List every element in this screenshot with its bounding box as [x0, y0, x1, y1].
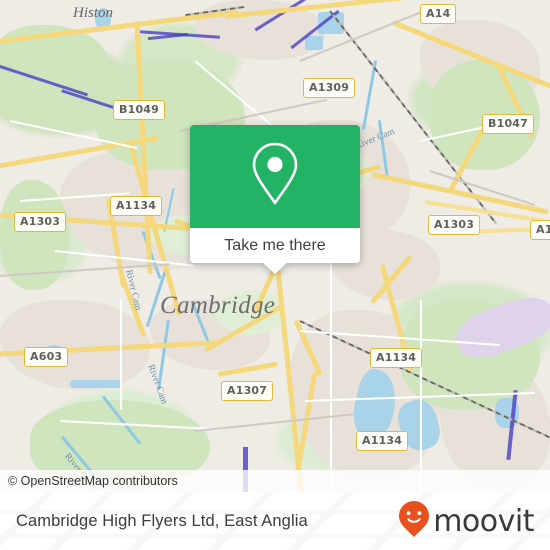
map-attribution-text: © OpenStreetMap contributors — [8, 474, 178, 488]
page-footer: Cambridge High Flyers Ltd, East Anglia m… — [0, 492, 550, 550]
map-water — [305, 36, 323, 50]
map-road-minor — [420, 300, 422, 490]
location-callout-card[interactable]: Take me there — [190, 125, 360, 274]
road-shield: A1309 — [303, 78, 356, 98]
map-place-label: Histon — [73, 5, 114, 21]
map-pin-icon — [248, 140, 302, 213]
map-water — [70, 380, 122, 388]
page-title: Cambridge High Flyers Ltd, East Anglia — [16, 511, 308, 530]
moovit-logo[interactable]: moovit — [398, 500, 534, 543]
road-shield: A603 — [24, 347, 69, 367]
callout-footer[interactable]: Take me there — [190, 228, 360, 274]
callout-pointer-tail — [262, 262, 288, 274]
map-road-minor — [120, 300, 122, 410]
road-shield: A1303 — [14, 212, 67, 232]
map-page: A14 A1309 B1049 B1047 A1134 A1303 A1303 A13 A603… — [0, 0, 550, 550]
road-shield: A13 — [530, 220, 550, 240]
road-shield: B1049 — [113, 100, 165, 120]
moovit-wordmark: moovit — [433, 503, 534, 539]
road-shield: A1134 — [356, 431, 409, 451]
callout-header — [190, 125, 360, 228]
road-shield: A1303 — [428, 215, 481, 235]
road-shield: A1134 — [110, 196, 163, 216]
map-attribution[interactable]: © OpenStreetMap contributors — [0, 470, 550, 492]
road-shield: B1047 — [482, 114, 534, 134]
road-shield: A1134 — [370, 348, 423, 368]
road-shield: A14 — [420, 4, 457, 24]
map-place-label: Cambridge — [160, 292, 276, 319]
moovit-smiley-pin-icon — [398, 500, 430, 543]
take-me-there-label: Take me there — [224, 236, 326, 254]
road-shield: A1307 — [221, 381, 274, 401]
map-road-minor — [330, 240, 332, 490]
